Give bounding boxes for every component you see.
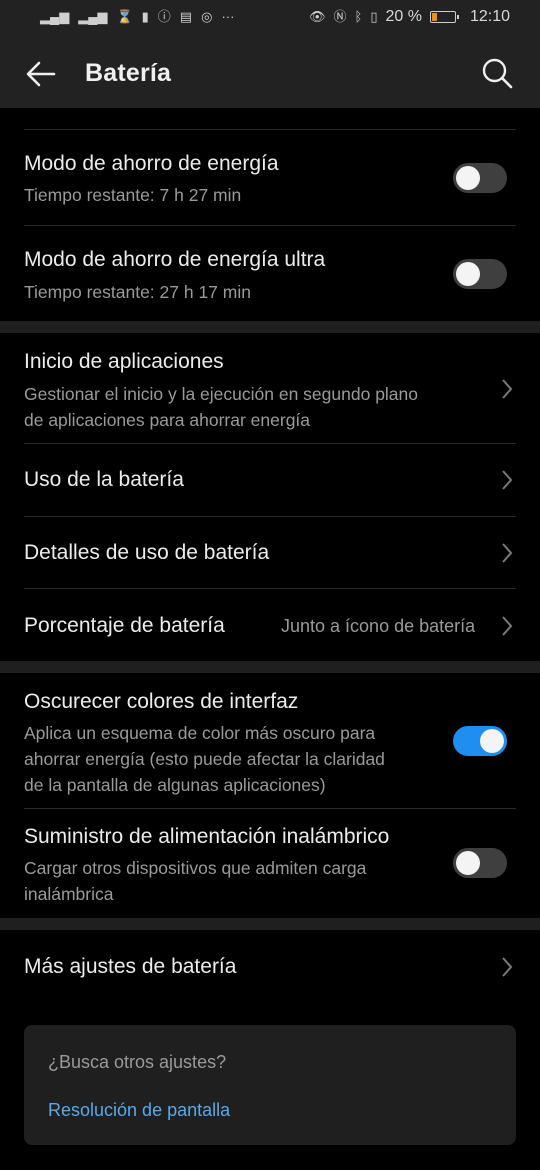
- battery-percentage-value: Junto a ícono de batería: [281, 616, 476, 636]
- section-gap: [0, 918, 540, 930]
- battery-level-fill: [431, 13, 437, 21]
- page-title: Batería: [85, 59, 172, 87]
- usage-details-row[interactable]: Detalles de uso de batería: [0, 517, 540, 588]
- wireless-supply-row[interactable]: Suministro de alimentación inalámbrico C…: [0, 809, 540, 918]
- chevron-right-icon: [499, 541, 515, 565]
- app-launch-sub-line1: Gestionar el inicio y la ejecución en se…: [24, 384, 419, 404]
- nfc-icon: Ⓝ: [333, 9, 347, 24]
- battery-percentage-label: Porcentaje de batería: [24, 614, 225, 637]
- hourglass-icon: ⌛: [116, 9, 133, 24]
- chevron-right-icon: [499, 614, 515, 638]
- news-icon: ▤: [179, 9, 193, 24]
- toggle-knob: [456, 262, 480, 286]
- chevron-right-icon: [499, 377, 515, 401]
- ultra-saving-toggle[interactable]: [453, 259, 507, 289]
- app-launch-label: Inicio de aplicaciones: [24, 350, 224, 373]
- eye-icon: 👁: [308, 9, 326, 24]
- dark-colors-toggle[interactable]: [453, 726, 507, 756]
- more-settings-row[interactable]: Más ajustes de batería: [0, 930, 540, 1002]
- vibrate-icon: ▯: [370, 9, 378, 24]
- battery-usage-label: Uso de la batería: [24, 468, 184, 491]
- suggestion-question: ¿Busca otros ajustes?: [48, 1052, 227, 1072]
- power-saving-label: Modo de ahorro de energía: [24, 152, 279, 175]
- dark-colors-sub-line2: ahorrar energía (esto puede afectar la c…: [24, 749, 385, 769]
- signal-x-icon: ▂▄▆: [40, 9, 70, 24]
- ultra-saving-label: Modo de ahorro de energía ultra: [24, 248, 326, 271]
- more-dots-icon: ···: [221, 9, 235, 24]
- section-gap: [0, 661, 540, 673]
- power-saving-toggle[interactable]: [453, 163, 507, 193]
- dark-colors-sub-line1: Aplica un esquema de color más oscuro pa…: [24, 723, 376, 743]
- suggestion-card: ¿Busca otros ajustes? Resolución de pant…: [24, 1025, 516, 1145]
- screen-resolution-link[interactable]: Resolución de pantalla: [48, 1100, 230, 1121]
- power-saving-row[interactable]: Modo de ahorro de energía Tiempo restant…: [0, 130, 540, 225]
- wireless-supply-label: Suministro de alimentación inalámbrico: [24, 825, 390, 848]
- ultra-saving-sub: Tiempo restante: 27 h 17 min: [24, 282, 251, 302]
- section-gap: [0, 321, 540, 333]
- signal-icon: ▂▄▆: [78, 9, 108, 24]
- dark-colors-sub-line3: de la pantalla de algunas aplicaciones): [24, 775, 326, 795]
- wireless-supply-sub-line1: Cargar otros dispositivos que admiten ca…: [24, 858, 367, 878]
- ultra-saving-row[interactable]: Modo de ahorro de energía ultra Tiempo r…: [0, 226, 540, 321]
- app-launch-sub-line2: de aplicaciones para ahorrar energía: [24, 410, 311, 430]
- dark-colors-row[interactable]: Oscurecer colores de interfaz Aplica un …: [0, 673, 540, 808]
- toggle-knob: [456, 166, 480, 190]
- more-settings-label: Más ajustes de batería: [24, 955, 237, 978]
- app-bar: Batería: [0, 36, 540, 108]
- battery-usage-row[interactable]: Uso de la batería: [0, 444, 540, 516]
- search-icon[interactable]: [480, 56, 514, 90]
- battery-icon: [429, 11, 459, 23]
- battery-percentage-row[interactable]: Porcentaje de batería Junto a ícono de b…: [0, 589, 540, 661]
- battery-saver-icon: ▮: [141, 9, 149, 24]
- bluetooth-icon: ᛒ: [354, 9, 363, 24]
- app-launch-row[interactable]: Inicio de aplicaciones Gestionar el inic…: [0, 333, 540, 443]
- alert-icon: ⓘ: [157, 9, 171, 24]
- instagram-icon: ◎: [201, 9, 213, 24]
- wireless-supply-toggle[interactable]: [453, 848, 507, 878]
- chevron-right-icon: [499, 468, 515, 492]
- status-bar: ▂▄▆ ▂▄▆ ⌛ ▮ ⓘ ▤ ◎ ··· 👁 Ⓝ ᛒ ▯ 20 % 12:10: [0, 0, 540, 36]
- battery-percent: 20 %: [385, 8, 422, 25]
- toggle-knob: [456, 851, 480, 875]
- clock: 12:10: [469, 8, 510, 25]
- toggle-knob: [480, 729, 504, 753]
- status-right: 👁 Ⓝ ᛒ ▯ 20 % 12:10: [309, 8, 510, 26]
- status-left-icons: ▂▄▆ ▂▄▆ ⌛ ▮ ⓘ ▤ ◎ ···: [40, 8, 234, 26]
- chevron-right-icon: [499, 955, 515, 979]
- power-saving-sub: Tiempo restante: 7 h 27 min: [24, 185, 242, 205]
- back-arrow-icon[interactable]: [24, 57, 58, 91]
- usage-details-label: Detalles de uso de batería: [24, 541, 270, 564]
- wireless-supply-sub-line2: inalámbrica: [24, 884, 114, 904]
- dark-colors-label: Oscurecer colores de interfaz: [24, 690, 299, 713]
